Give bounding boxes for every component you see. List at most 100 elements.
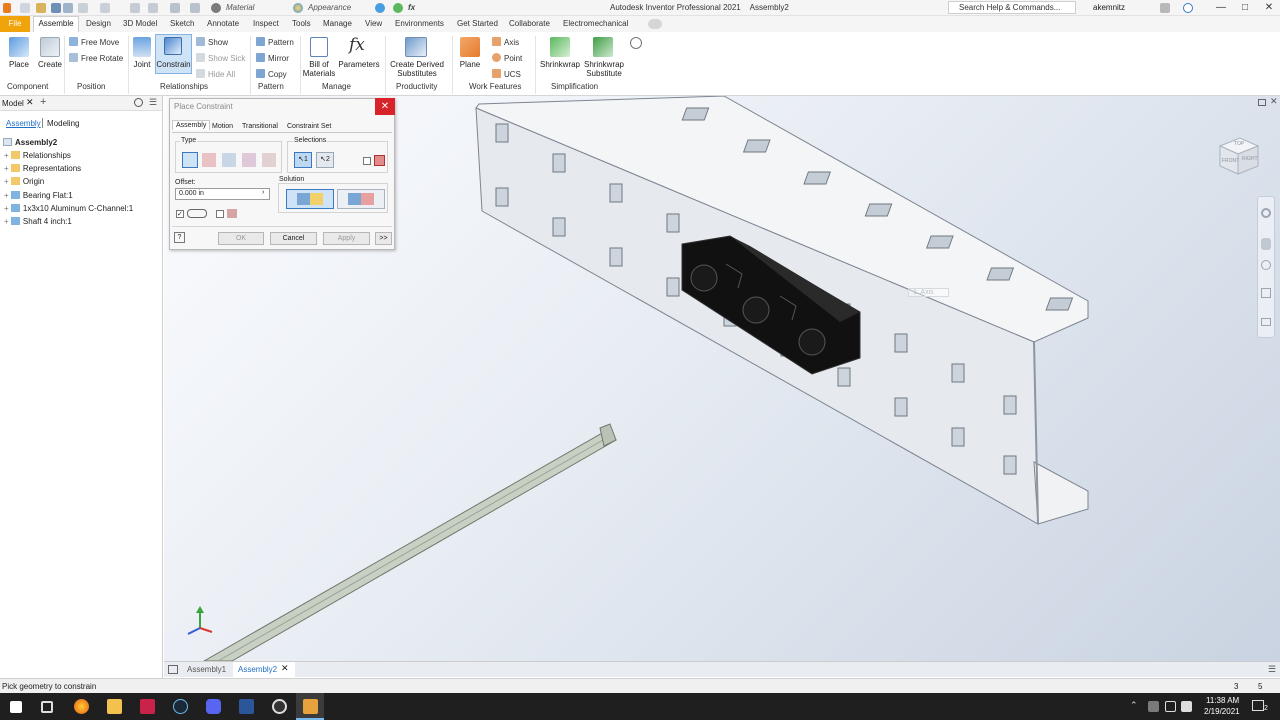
copy-button[interactable]: Copy [256,69,287,79]
view-cube[interactable]: TOP FRONT RIGHT [1214,132,1262,180]
free-move-button[interactable]: Free Move [69,37,119,47]
maximize-button[interactable]: □ [1236,1,1254,15]
shrinkwrap-button[interactable]: Shrinkwrap [538,60,582,69]
show-button[interactable]: Show [196,37,228,47]
dialog-tab-constraint-set[interactable]: Constraint Set [287,123,331,130]
home-tab-icon[interactable] [168,665,178,674]
tree-root[interactable]: Assembly2 [3,138,57,147]
obs-icon[interactable] [272,699,287,714]
group-pattern[interactable]: Pattern [258,82,284,91]
firefox-icon[interactable] [74,699,89,714]
show-sick-button[interactable]: Show Sick [196,53,245,63]
app-logo-icon[interactable] [3,3,11,13]
ribbon-options-icon[interactable] [648,19,662,29]
tab-get-started[interactable]: Get Started [457,19,498,28]
viewport-restore-icon[interactable] [1258,99,1266,106]
close-window-button[interactable]: ✕ [1260,1,1278,15]
tab-electromechanical[interactable]: Electromechanical [563,19,628,28]
point-button[interactable]: Point [492,53,522,63]
doc-tab-menu-icon[interactable]: ☰ [1268,664,1276,675]
tab-collaborate[interactable]: Collaborate [509,19,550,28]
doc-tab-assembly2[interactable]: Assembly2 [238,665,277,674]
parameters-icon[interactable]: fx [349,35,371,57]
dialog-help-icon[interactable]: ? [174,232,185,243]
color-override-icon[interactable] [375,3,385,13]
tab-sketch[interactable]: Sketch [170,19,194,28]
redo-icon[interactable] [100,3,110,13]
doc-tab-close-icon[interactable]: ✕ [281,663,289,674]
tab-file[interactable]: File [0,16,30,32]
mode-modeling[interactable]: Modeling [47,119,79,128]
constrain-button[interactable]: Constrain [155,60,192,69]
tab-annotate[interactable]: Annotate [207,19,239,28]
volume-icon[interactable] [1181,701,1192,712]
tab-view[interactable]: View [365,19,382,28]
word-icon[interactable] [239,699,254,714]
material-dropdown[interactable]: Material [226,3,254,12]
select-icon[interactable] [148,3,158,13]
pan-icon[interactable] [1261,238,1271,250]
orbit-icon[interactable] [1261,288,1271,298]
offset-dropdown-arrow[interactable]: › [262,189,264,196]
return-icon[interactable] [63,3,73,13]
appearance-icon[interactable] [293,3,303,13]
tab-manage[interactable]: Manage [323,19,352,28]
show-preview-checkbox[interactable]: ✓ [176,210,184,218]
joint-icon[interactable] [133,37,151,57]
shrinkwrap-substitute-icon[interactable] [593,37,613,57]
symmetry-type-icon[interactable] [262,153,276,167]
dialog-tab-assembly[interactable]: Assembly [172,120,211,130]
predict-offset-checkbox[interactable] [216,210,224,218]
mate-type-icon[interactable] [182,152,198,168]
ucs-button[interactable]: UCS [492,69,521,79]
tab-tools[interactable]: Tools [292,19,311,28]
tree-item-relationships[interactable]: + Relationships [4,151,71,160]
add-browser-icon[interactable]: + [40,96,46,108]
angle-type-icon[interactable] [202,153,216,167]
group-component[interactable]: Component [7,82,48,91]
browser-menu-icon[interactable]: ☰ [149,97,157,108]
file-explorer-icon[interactable] [107,699,122,714]
tray-app-icon[interactable] [1148,701,1159,712]
free-rotate-button[interactable]: Free Rotate [69,53,123,63]
ok-button[interactable]: OK [218,232,264,245]
tree-item-c-channel[interactable]: + 1x3x10 Aluminum C-Channel:1 [4,204,133,213]
tree-item-bearing-flat[interactable]: + Bearing Flat:1 [4,191,73,200]
discord-icon[interactable] [206,699,221,714]
mirror-button[interactable]: Mirror [256,53,289,63]
group-relationships[interactable]: Relationships [160,82,208,91]
viewport-close-icon[interactable]: ✕ [1270,96,1278,107]
look-at-icon[interactable] [1261,318,1271,326]
place-button[interactable]: Place [3,60,35,69]
tree-item-shaft[interactable]: + Shaft 4 inch:1 [4,217,72,226]
save-icon[interactable] [51,3,61,13]
dialog-tab-motion[interactable]: Motion [212,123,233,130]
network-icon[interactable] [1165,701,1176,712]
material-icon[interactable] [211,3,221,13]
notification-icon[interactable] [1252,700,1264,711]
new-file-icon[interactable] [20,3,30,13]
tab-design[interactable]: Design [86,19,111,28]
appearance-dropdown[interactable]: Appearance [308,3,351,12]
selection-1-button[interactable]: ↖1 [294,152,312,168]
help-search-input[interactable]: Search Help & Commands... [948,1,1076,14]
flush-solution-button[interactable] [337,189,385,209]
cart-icon[interactable] [1160,3,1170,13]
offset-input[interactable]: 0.000 in [175,188,270,200]
update-icon[interactable] [170,3,180,13]
more-button[interactable]: >> [375,232,392,245]
mate-solution-button[interactable] [286,189,334,209]
tree-item-representations[interactable]: + Representations [4,164,81,173]
selection-2-button[interactable]: ↖2 [316,152,334,168]
create-button[interactable]: Create [36,60,64,69]
undo-icon[interactable] [78,3,88,13]
open-icon[interactable] [36,3,46,13]
mode-assembly[interactable]: Assembly [6,119,41,128]
bill-of-materials-icon[interactable] [310,37,328,57]
insert-type-icon[interactable] [242,153,256,167]
minimize-button[interactable]: — [1212,1,1230,15]
tab-environments[interactable]: Environments [395,19,444,28]
zoom-icon[interactable] [1261,260,1271,270]
group-simplification[interactable]: Simplification [551,82,598,91]
steering-wheel-icon[interactable] [1261,208,1271,218]
